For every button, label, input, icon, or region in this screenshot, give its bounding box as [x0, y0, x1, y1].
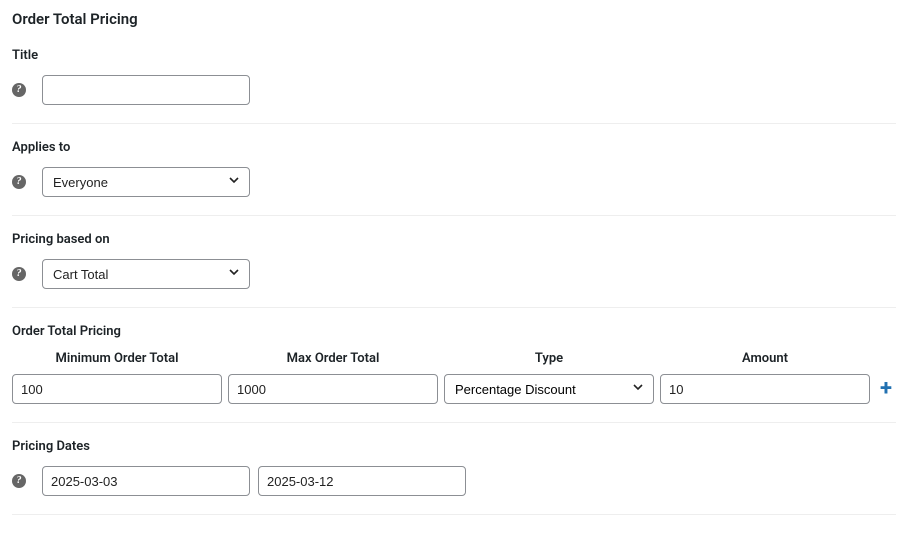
title-input[interactable]	[42, 75, 250, 105]
applies-to-section: Applies to ? Everyone	[12, 140, 896, 216]
amount-input[interactable]	[660, 374, 870, 404]
applies-to-label: Applies to	[12, 140, 896, 155]
title-label: Title	[12, 48, 896, 63]
col-header-min: Minimum Order Total	[12, 351, 222, 366]
title-section: Title ?	[12, 48, 896, 124]
page-title: Order Total Pricing	[12, 10, 896, 28]
pricing-dates-label: Pricing Dates	[12, 439, 896, 454]
date-from-input[interactable]	[42, 466, 250, 496]
table-header-row: Minimum Order Total Max Order Total Type…	[12, 351, 896, 366]
col-header-type: Type	[444, 351, 654, 366]
help-icon[interactable]: ?	[12, 267, 26, 281]
date-to-input[interactable]	[258, 466, 466, 496]
type-select[interactable]: Percentage Discount	[444, 374, 654, 404]
help-icon[interactable]: ?	[12, 83, 26, 97]
help-icon[interactable]: ?	[12, 474, 26, 488]
col-header-max: Max Order Total	[228, 351, 438, 366]
help-icon[interactable]: ?	[12, 175, 26, 189]
min-order-total-input[interactable]	[12, 374, 222, 404]
max-order-total-input[interactable]	[228, 374, 438, 404]
pricing-based-on-label: Pricing based on	[12, 232, 896, 247]
order-total-pricing-section: Order Total Pricing Minimum Order Total …	[12, 324, 896, 423]
table-heading: Order Total Pricing	[12, 324, 896, 339]
pricing-based-on-section: Pricing based on ? Cart Total	[12, 232, 896, 308]
table-row: Percentage Discount +	[12, 374, 896, 404]
add-row-button[interactable]: +	[880, 378, 892, 400]
col-header-amount: Amount	[660, 351, 870, 366]
applies-to-select[interactable]: Everyone	[42, 167, 250, 197]
pricing-based-on-select[interactable]: Cart Total	[42, 259, 250, 289]
